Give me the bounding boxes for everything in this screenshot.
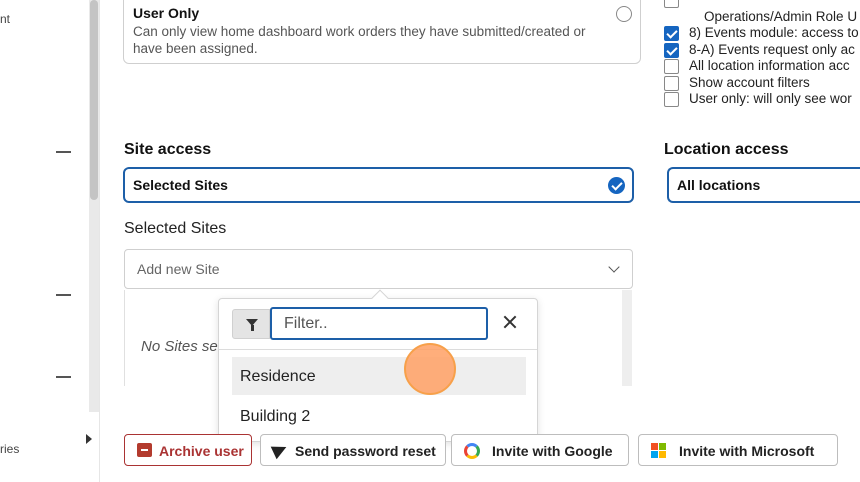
sidebar-scrollbar-thumb[interactable]	[90, 0, 98, 200]
pointer-cursor-indicator	[404, 343, 456, 395]
invite-microsoft-label: Invite with Microsoft	[679, 443, 815, 459]
filter-input[interactable]	[270, 307, 488, 340]
location-access-value: All locations	[677, 177, 761, 193]
permission-label: Operations/Admin Role U	[704, 8, 858, 24]
role-description: Can only view home dashboard work orders…	[133, 24, 586, 56]
paper-plane-icon	[270, 440, 290, 460]
sites-scrollbar[interactable]	[622, 290, 632, 386]
chevron-down-icon	[608, 261, 620, 273]
selected-sites-label: Selected Sites	[124, 220, 227, 237]
permission-item[interactable]: 8-A) Events request only ac	[664, 42, 860, 59]
archive-box-icon	[137, 443, 152, 457]
role-radio[interactable]	[616, 6, 632, 22]
dropdown-option-building-2[interactable]: Building 2	[232, 397, 526, 435]
add-site-select[interactable]: Add new Site	[124, 249, 633, 289]
permission-item[interactable]	[664, 0, 860, 9]
permission-label: 8-A) Events request only ac	[689, 41, 855, 57]
invite-google-button[interactable]: Invite with Google	[451, 434, 629, 466]
archive-user-label: Archive user	[159, 443, 244, 459]
archive-user-button[interactable]: Archive user	[124, 434, 252, 466]
role-title: User Only	[133, 5, 200, 21]
site-dropdown: Residence Building 2	[218, 289, 538, 442]
collapse-dash-icon[interactable]	[56, 151, 71, 153]
checkbox-checked[interactable]	[664, 42, 679, 58]
collapse-dash-icon[interactable]	[56, 294, 71, 296]
collapse-dash-icon[interactable]	[56, 376, 71, 378]
permission-label: 8) Events module: access to	[689, 25, 859, 40]
role-option-user-only[interactable]: User Only Can only view home dashboard w…	[123, 0, 641, 64]
checkbox[interactable]	[664, 0, 679, 8]
permission-item[interactable]: All location information acc	[664, 58, 860, 75]
send-password-reset-label: Send password reset	[295, 443, 436, 459]
send-password-reset-button[interactable]: Send password reset	[260, 434, 446, 466]
caret-right-icon[interactable]	[86, 434, 92, 444]
checkbox[interactable]	[664, 59, 679, 74]
permission-item[interactable]: 8) Events module: access to	[664, 25, 860, 42]
permission-item[interactable]: Show account filters	[664, 75, 860, 92]
site-access-value: Selected Sites	[133, 177, 228, 193]
microsoft-logo-icon	[651, 443, 667, 459]
google-logo-icon	[464, 443, 480, 459]
checkbox-checked[interactable]	[664, 26, 679, 41]
add-site-placeholder: Add new Site	[137, 261, 220, 277]
empty-sites-text: No Sites se	[141, 338, 218, 355]
invite-google-label: Invite with Google	[492, 443, 613, 459]
site-access-select[interactable]: Selected Sites	[123, 167, 634, 203]
permission-list: Operations/Admin Role U 8) Events module…	[664, 0, 860, 108]
permission-item[interactable]: User only: will only see wor	[664, 91, 860, 108]
sidebar-partial-label[interactable]: ries	[0, 442, 19, 456]
dropdown-divider	[219, 349, 537, 350]
sidebar-partial-label[interactable]: nt	[0, 12, 10, 26]
location-access-select[interactable]: All locations	[667, 167, 860, 203]
permission-label: Show account filters	[689, 74, 810, 90]
permission-item: Operations/Admin Role U	[664, 9, 860, 26]
permission-label: User only: will only see wor	[689, 91, 852, 106]
checkbox[interactable]	[664, 75, 679, 91]
funnel-icon	[246, 319, 258, 331]
permission-label: All location information acc	[689, 58, 850, 73]
filter-button[interactable]	[232, 309, 270, 339]
location-access-label: Location access	[664, 141, 789, 158]
left-sidebar: nt ries	[0, 0, 100, 482]
site-access-label: Site access	[124, 141, 212, 158]
invite-microsoft-button[interactable]: Invite with Microsoft	[638, 434, 838, 466]
dropdown-option-residence[interactable]: Residence	[232, 357, 526, 395]
close-icon[interactable]	[500, 313, 520, 333]
checkbox[interactable]	[664, 92, 679, 107]
check-circle-icon	[608, 177, 625, 194]
